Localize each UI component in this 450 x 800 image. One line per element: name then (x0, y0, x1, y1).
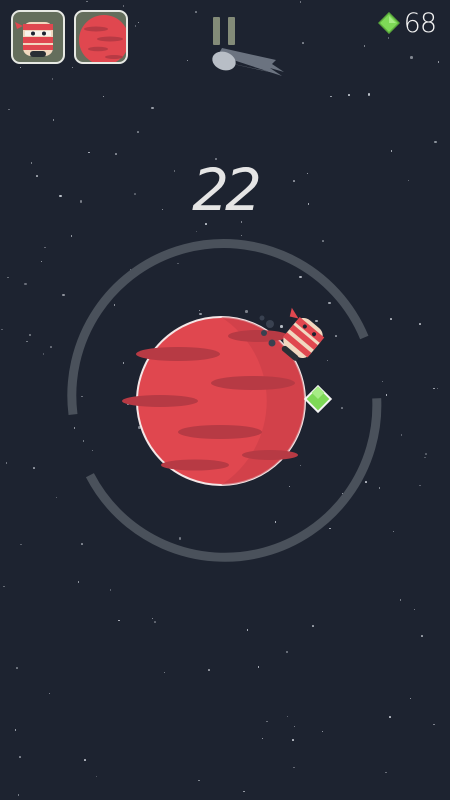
game-scene[interactable] (0, 0, 450, 800)
red-planet (122, 316, 306, 486)
green-gem-pickup (303, 384, 333, 414)
comet-icon (212, 48, 284, 76)
